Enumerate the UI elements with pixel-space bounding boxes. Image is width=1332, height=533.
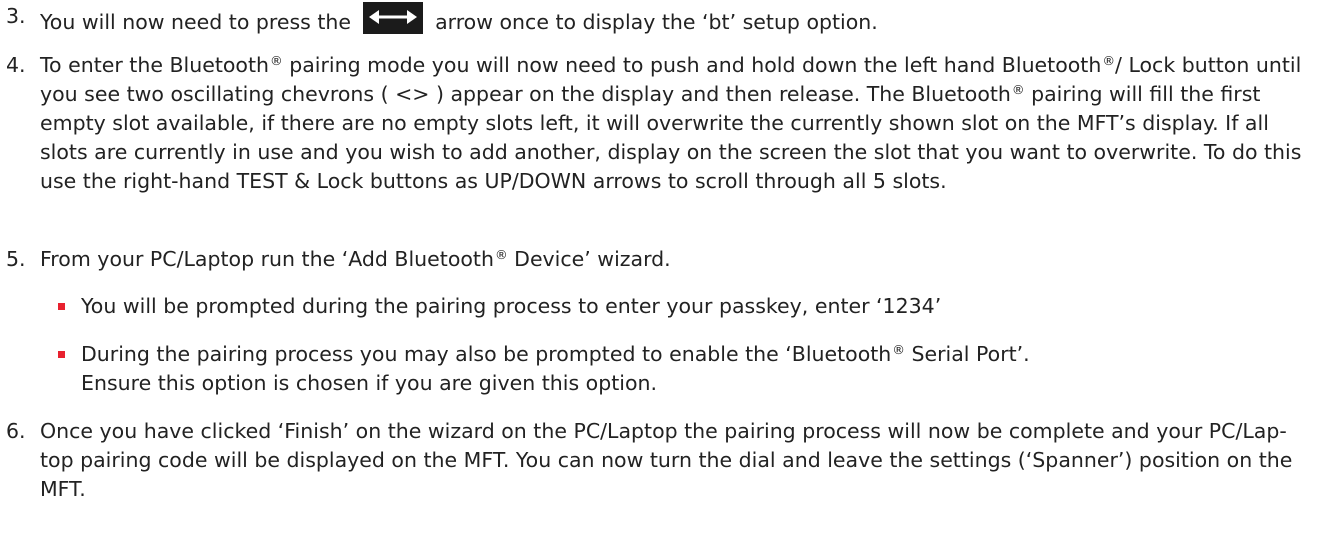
step-5: 5. From your PC/Laptop run the ‘Add Blue… [6, 245, 1312, 274]
step-text-part: You will now need to press the [40, 10, 352, 34]
step-text: From your PC/Laptop run the ‘Add Bluetoo… [40, 245, 1312, 274]
step-text-part: Device’ wizard. [507, 247, 671, 271]
bullet-marker [58, 351, 65, 358]
registered-mark: ® [494, 247, 508, 263]
step-number: 4. [6, 53, 26, 77]
bullet-item: During the pairing process you may also … [58, 340, 1312, 398]
step-text-part: arrow once to display the ‘bt’ setup opt… [435, 10, 878, 34]
step-6: 6. Once you have clicked ‘Finish’ on the… [6, 417, 1312, 504]
bullet-text-part: Ensure this option is chosen if you are … [81, 371, 657, 395]
registered-mark: ® [269, 53, 283, 69]
step-text-part: pairing mode you will now need to push a… [282, 53, 1102, 77]
registered-mark: ® [1102, 53, 1116, 69]
registered-mark: ® [892, 342, 905, 358]
step-text-part: From your PC/Laptop run the ‘Add Bluetoo… [40, 247, 494, 271]
registered-mark: ® [1011, 82, 1025, 98]
step-text: Once you have clicked ‘Finish’ on the wi… [40, 419, 1293, 501]
step-text: You will now need to press the arrow onc… [40, 2, 1312, 37]
bullet-text-part: Serial Port’. [904, 342, 1030, 366]
step-number: 6. [6, 419, 26, 443]
step-number: 5. [6, 247, 26, 271]
bullet-item: You will be prompted during the pairing … [58, 292, 1312, 321]
step-text: To enter the Bluetooth® pairing mode you… [40, 51, 1312, 196]
step-3: 3. You will now need to press the arrow … [6, 2, 1312, 37]
bullet-text: During the pairing process you may also … [81, 340, 1312, 398]
left-right-arrow-key-icon [362, 2, 423, 34]
bullet-text: You will be prompted during the pairing … [81, 294, 942, 318]
step-4: 4. To enter the Bluetooth® pairing mode … [6, 51, 1312, 196]
bullet-text-part: During the pairing process you may also … [81, 342, 892, 366]
step-text-part: To enter the Bluetooth [40, 53, 269, 77]
bullet-marker [58, 303, 65, 310]
step-number: 3. [6, 4, 26, 28]
instruction-document: 3. You will now need to press the arrow … [0, 0, 1332, 533]
